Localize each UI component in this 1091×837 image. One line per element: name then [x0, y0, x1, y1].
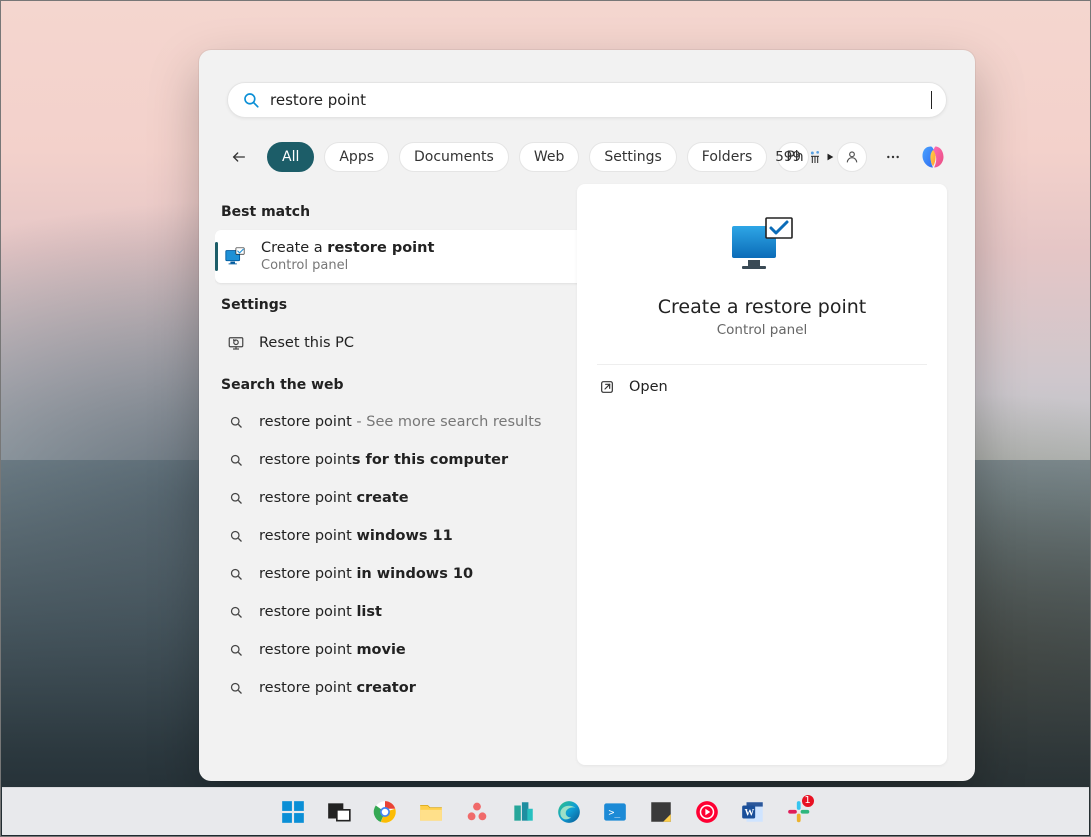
- search-icon: [229, 415, 244, 430]
- svg-text:W: W: [744, 807, 754, 818]
- taskbar-start-button[interactable]: [273, 792, 313, 832]
- search-icon: [229, 453, 244, 468]
- best-match-title: Create a restore point: [261, 240, 434, 256]
- chrome-icon: [372, 799, 398, 825]
- search-input[interactable]: [270, 91, 933, 109]
- filter-chip-web[interactable]: Web: [519, 142, 580, 172]
- svg-text:>_: >_: [608, 807, 620, 818]
- more-icon: [885, 149, 901, 165]
- reset-pc-icon: [227, 334, 245, 352]
- preview-pane: Create a restore point Control panel Ope…: [577, 184, 947, 765]
- notes-icon: [648, 799, 674, 825]
- filter-chip-settings[interactable]: Settings: [589, 142, 676, 172]
- filter-chip-documents[interactable]: Documents: [399, 142, 509, 172]
- search-icon: [229, 605, 244, 620]
- back-button[interactable]: [227, 142, 251, 172]
- youtube-music-icon: [694, 799, 720, 825]
- taskview-icon: [326, 799, 352, 825]
- taskbar-file-explorer[interactable]: [411, 792, 451, 832]
- terminal-icon: >_: [602, 799, 628, 825]
- slack-badge: 1: [801, 794, 815, 808]
- folder-icon: [418, 799, 444, 825]
- taskbar-slack[interactable]: 1: [779, 792, 819, 832]
- copilot-button[interactable]: [919, 143, 947, 171]
- preview-title: Create a restore point: [658, 296, 867, 318]
- search-icon: [229, 643, 244, 658]
- text-cursor: [931, 91, 932, 109]
- person-icon: [844, 149, 860, 165]
- monitor-check-icon: [224, 246, 246, 268]
- open-external-icon: [599, 379, 615, 395]
- search-icon: [229, 567, 244, 582]
- taskbar: >_ W 1: [2, 787, 1089, 835]
- taskbar-word[interactable]: W: [733, 792, 773, 832]
- taskbar-task-view[interactable]: [319, 792, 359, 832]
- topbar-tools: 599: [775, 134, 947, 180]
- search-icon: [229, 491, 244, 506]
- filter-chip-apps[interactable]: Apps: [324, 142, 389, 172]
- preview-open-action[interactable]: Open: [591, 365, 933, 409]
- taskbar-app-youtube-music[interactable]: [687, 792, 727, 832]
- taskbar-chrome[interactable]: [365, 792, 405, 832]
- preview-icon: [730, 216, 794, 278]
- buildings-icon: [510, 799, 536, 825]
- windows-icon: [280, 799, 306, 825]
- taskbar-edge[interactable]: [549, 792, 589, 832]
- taskbar-app-terminal[interactable]: >_: [595, 792, 635, 832]
- best-match-subtitle: Control panel: [261, 258, 434, 273]
- preview-open-label: Open: [629, 379, 668, 395]
- search-icon: [242, 91, 260, 109]
- preview-subtitle: Control panel: [717, 322, 808, 338]
- search-bar[interactable]: [227, 82, 947, 118]
- filter-chip-all[interactable]: All: [267, 142, 314, 172]
- search-icon: [229, 681, 244, 696]
- rewards-points[interactable]: 599: [775, 149, 823, 165]
- rewards-points-value: 599: [775, 149, 801, 165]
- filter-chip-folders[interactable]: Folders: [687, 142, 768, 172]
- taskbar-app-notes[interactable]: [641, 792, 681, 832]
- taskbar-app-buildings[interactable]: [503, 792, 543, 832]
- monitor-check-icon-large: [730, 216, 794, 274]
- edge-icon: [556, 799, 582, 825]
- taskbar-app-asana[interactable]: [457, 792, 497, 832]
- asana-icon: [464, 799, 490, 825]
- start-search-window: All Apps Documents Web Settings Folders …: [199, 50, 975, 781]
- account-button[interactable]: [837, 142, 867, 172]
- more-button[interactable]: [881, 142, 905, 172]
- copilot-icon: [919, 143, 947, 171]
- search-icon: [229, 529, 244, 544]
- word-icon: W: [740, 799, 766, 825]
- rewards-icon: [807, 149, 823, 165]
